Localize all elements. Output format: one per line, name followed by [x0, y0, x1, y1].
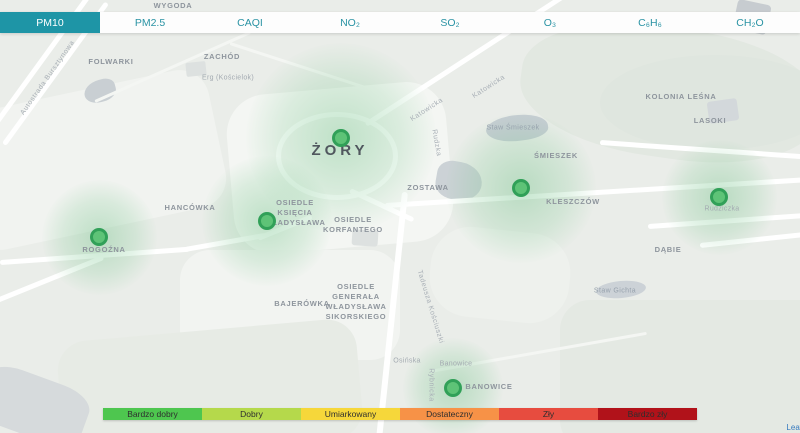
- map-label-banowice: BANOWICE: [465, 382, 512, 392]
- street-label-rudzka: Rudzka: [429, 129, 443, 158]
- map-terrain-patch: [512, 8, 800, 178]
- map-label-rogo-na: ROGOŹNA: [82, 245, 125, 255]
- station-marker-osiedle-ksiecia-wladyslawa[interactable]: [258, 212, 276, 230]
- road: [430, 332, 647, 373]
- map-label-osiedle-korfantego: OSIEDLE KORFANTEGO: [323, 215, 383, 235]
- map-label-kolonia-le-na: KOLONIA LEŚNA: [646, 92, 717, 102]
- tab-c-h[interactable]: C₆H₆: [600, 12, 700, 33]
- road: [0, 255, 104, 305]
- map-label-osiedle-genera-a-w-adys-awa-sikorskiego: OSIEDLE GENERAŁA WŁADYSŁAWA SIKORSKIEGO: [325, 282, 386, 323]
- station-marker-zory[interactable]: [332, 129, 350, 147]
- legend-z-y: Zły: [499, 408, 598, 420]
- tab-pm10[interactable]: PM10: [0, 12, 100, 33]
- map-label-erg-ko-cielok: Erg (Kościelok): [202, 73, 254, 82]
- legend-dostateczny: Dostateczny: [400, 408, 499, 420]
- road: [648, 213, 800, 229]
- lake: [433, 158, 485, 203]
- tab-no[interactable]: NO₂: [300, 12, 400, 33]
- air-quality-map-app: WYGODAFOLWARKIZACHÓDErg (Kościelok)ŻORYH…: [0, 0, 800, 433]
- map-label-banowice: Banowice: [440, 359, 473, 368]
- pollutant-tab-bar: PM10PM2.5CAQINO₂SO₂O₃C₆H₆CH₂O: [0, 12, 800, 33]
- street-label-katowicka: Katowicka: [409, 96, 445, 124]
- legend-bardzo-z-y: Bardzo zły: [598, 408, 697, 420]
- map-terrain-patch: [223, 79, 456, 258]
- map-label-wygoda: WYGODA: [154, 1, 193, 11]
- map-label-zostawa: ZOSTAWA: [407, 183, 448, 193]
- street-label-tadeusza-ko-ciuszki: Tadeusza Kościuszki: [414, 269, 445, 345]
- building-block: [185, 61, 206, 77]
- map-label-staw-gichta: Staw Gichta: [594, 286, 636, 295]
- road: [600, 140, 800, 160]
- tab-so[interactable]: SO₂: [400, 12, 500, 33]
- road: [385, 177, 800, 208]
- lake-gichta: [595, 279, 646, 300]
- tab-ch-o[interactable]: CH₂O: [700, 12, 800, 33]
- road: [94, 31, 251, 103]
- road: [700, 228, 800, 248]
- map-label-hanc-wka: HANCÓWKA: [164, 203, 215, 213]
- map-canvas[interactable]: WYGODAFOLWARKIZACHÓDErg (Kościelok)ŻORYH…: [0, 0, 800, 433]
- station-marker-banowice[interactable]: [444, 379, 462, 397]
- map-label-osi-ska: Osińska: [393, 356, 420, 365]
- legend-umiarkowany: Umiarkowany: [301, 408, 400, 420]
- map-label-d-bie: DĄBIE: [655, 245, 682, 255]
- station-marker-rudziczka[interactable]: [710, 188, 728, 206]
- ring-road: [276, 112, 398, 200]
- map-label-staw-mieszek: Staw Śmieszek: [486, 123, 539, 132]
- road: [185, 233, 267, 252]
- map-label-mieszek: ŚMIESZEK: [534, 151, 578, 161]
- building-block: [707, 98, 740, 124]
- lake-smieszek: [484, 111, 549, 145]
- air-quality-legend: Bardzo dobryDobryUmiarkowanyDostatecznyZ…: [103, 408, 697, 420]
- map-terrain-patch: [426, 223, 575, 327]
- legend-bardzo-dobry: Bardzo dobry: [103, 408, 202, 420]
- tab-o[interactable]: O₃: [500, 12, 600, 33]
- map-label-lasoki: LASOKI: [694, 116, 727, 126]
- map-terrain-patch: [600, 55, 800, 150]
- map-label-bajer-wka: BAJERÓWKA: [274, 299, 329, 309]
- map-label-kleszcz-w: KLESZCZÓW: [546, 197, 600, 207]
- map-terrain-patch: [0, 65, 232, 256]
- building-block: [351, 229, 378, 247]
- road: [376, 192, 408, 433]
- map-attribution-link[interactable]: Leaf: [786, 423, 800, 432]
- station-marker-rogozna[interactable]: [90, 228, 108, 246]
- road: [0, 247, 190, 265]
- street-label-autostrada-bursztynowa: Autostrada Bursztynowa: [19, 39, 78, 117]
- street-label-katowicka: Katowicka: [471, 73, 507, 101]
- lake: [82, 76, 119, 106]
- station-marker-kleszczow[interactable]: [512, 179, 530, 197]
- road: [230, 42, 374, 91]
- map-label-zach-d: ZACHÓD: [204, 52, 240, 62]
- map-label-folwarki: FOLWARKI: [88, 57, 133, 67]
- lake: [0, 359, 95, 433]
- road: [349, 188, 415, 222]
- legend-dobry: Dobry: [202, 408, 301, 420]
- street-label-rybnicka: Rybnicka: [426, 368, 435, 402]
- map-terrain-patch: [180, 250, 400, 360]
- map-label-rudziczka: Rudziczka: [705, 204, 740, 213]
- tab-caqi[interactable]: CAQI: [200, 12, 300, 33]
- tab-pm2-5[interactable]: PM2.5: [100, 12, 200, 33]
